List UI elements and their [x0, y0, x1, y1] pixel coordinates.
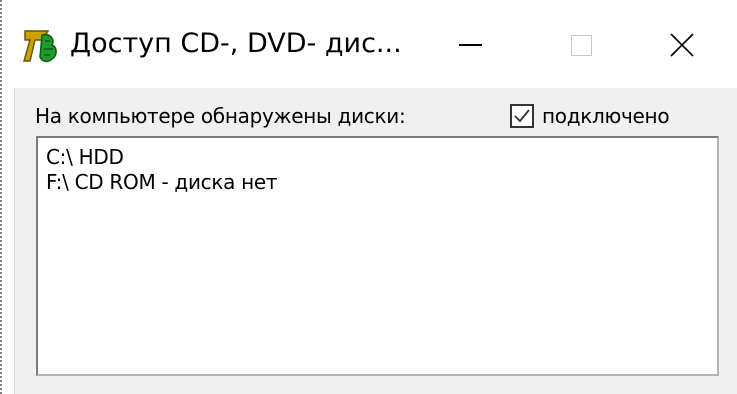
close-icon: [670, 33, 694, 57]
list-item-drive-f[interactable]: F:\ CD ROM - диска нет: [46, 170, 709, 195]
window-title: Доступ CD-, DVD- дис...: [70, 28, 402, 59]
drives-list[interactable]: C:\ HDD F:\ CD ROM - диска нет: [36, 136, 719, 376]
minimize-button[interactable]: [423, 15, 513, 75]
checkmark-icon: [514, 109, 530, 123]
detected-disks-label: На компьютере обнаружены диски:: [35, 104, 406, 128]
connected-checkbox[interactable]: [510, 104, 534, 128]
app-window: Доступ CD-, DVD- дис... На компьютере об…: [0, 0, 737, 394]
close-button[interactable]: [634, 15, 724, 75]
dialog-body: На компьютере обнаружены диски: подключе…: [14, 88, 737, 394]
maximize-icon: [571, 35, 592, 56]
minimize-icon: [459, 44, 482, 46]
title-bar[interactable]: Доступ CD-, DVD- дис...: [2, 0, 737, 88]
maximize-button[interactable]: [533, 15, 623, 75]
app-icon: [22, 27, 62, 65]
connected-checkbox-label[interactable]: подключено: [542, 104, 670, 128]
list-item-drive-c[interactable]: C:\ HDD: [46, 145, 709, 170]
